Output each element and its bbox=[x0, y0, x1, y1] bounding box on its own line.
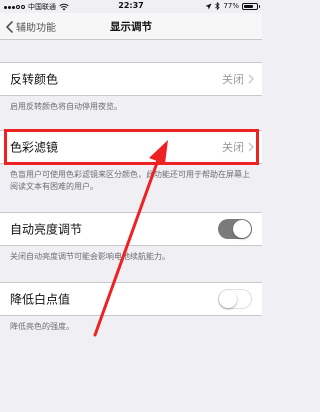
battery-icon bbox=[242, 2, 260, 10]
reduce-white-point-footer: 降低亮色的强度。 bbox=[10, 322, 74, 331]
invert-colors-value: 关闭 bbox=[222, 73, 244, 86]
status-bar: 中国联通 22:37 77% bbox=[0, 0, 262, 13]
auto-brightness-label: 自动亮度调节 bbox=[10, 222, 83, 237]
toggle-knob bbox=[233, 220, 251, 238]
navigation-bar: 辅助功能 显示调节 bbox=[0, 13, 262, 40]
location-arrow-icon bbox=[205, 3, 212, 9]
highlight-box bbox=[4, 129, 259, 165]
invert-colors-row[interactable]: 反转颜色 关闭 bbox=[0, 62, 262, 96]
reduce-white-point-row: 降低白点值 bbox=[0, 282, 262, 316]
page-title: 显示调节 bbox=[110, 21, 152, 33]
auto-brightness-footer: 关闭自动亮度调节可能会影响电池续航能力。 bbox=[10, 252, 170, 261]
chevron-right-icon bbox=[248, 74, 254, 84]
status-right: 77% bbox=[205, 2, 260, 10]
auto-brightness-toggle[interactable] bbox=[218, 219, 252, 239]
reduce-white-point-label: 降低白点值 bbox=[10, 292, 71, 307]
reduce-white-point-toggle[interactable] bbox=[218, 289, 252, 309]
battery-percent: 77% bbox=[223, 2, 239, 10]
bluetooth-icon bbox=[215, 2, 220, 10]
color-filters-footer: 色盲用户可使用色彩滤镜来区分颜色，此功能还可用于帮助在屏幕上阅读文本有困难的用户… bbox=[10, 170, 250, 191]
toggle-knob bbox=[219, 290, 237, 308]
invert-colors-footer: 启用反转颜色将自动停用夜览。 bbox=[10, 102, 122, 111]
invert-colors-label: 反转颜色 bbox=[10, 72, 59, 87]
auto-brightness-row: 自动亮度调节 bbox=[0, 212, 262, 246]
